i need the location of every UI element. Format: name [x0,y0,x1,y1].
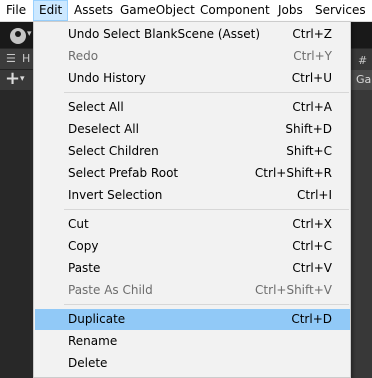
hierarchy-panel-body [0,91,34,378]
menu-item-label: Deselect All [68,122,139,136]
menu-item-label: Select Prefab Root [68,166,179,180]
menu-services[interactable]: Services [315,0,366,21]
menu-item-label: Redo [68,49,99,63]
menu-item-shortcut: Ctrl+Z [292,27,332,41]
menu-item-shortcut: Ctrl+U [291,71,332,85]
menu-item-label: Undo Select BlankScene (Asset) [68,27,261,41]
menu-item-shortcut: Ctrl+Y [293,49,332,63]
grid-icon: # [358,54,368,67]
menu-item-select-all[interactable]: Select All Ctrl+A [35,97,350,118]
menu-item-label: Copy [68,239,99,253]
account-icon[interactable] [10,28,26,44]
menu-item-label: Delete [68,356,108,370]
menu-item-redo: Redo Ctrl+Y [35,46,350,67]
game-tab[interactable]: Ga [350,70,372,90]
menu-item-shortcut: Ctrl+A [292,100,332,114]
menu-edit[interactable]: Edit [33,0,69,21]
menu-item-shortcut: Shift+C [286,144,332,158]
menu-item-cut[interactable]: Cut Ctrl+X [35,214,350,235]
menu-separator [64,92,349,93]
menu-item-shortcut: Ctrl+I [297,188,332,202]
menu-item-shortcut: Ctrl+Shift+V [255,283,332,297]
hierarchy-tab-label[interactable]: H [22,52,30,65]
menu-item-copy[interactable]: Copy Ctrl+C [35,236,350,257]
menu-item-label: Select All [68,100,124,114]
menu-item-paste-as-child: Paste As Child Ctrl+Shift+V [35,280,350,301]
menu-item-label: Paste As Child [68,283,153,297]
plus-icon: + [5,68,21,89]
menu-item-label: Paste [68,261,101,275]
menu-item-undo-history[interactable]: Undo History Ctrl+U [35,68,350,89]
menu-item-paste[interactable]: Paste Ctrl+V [35,258,350,279]
menu-separator [64,304,349,305]
menu-file[interactable]: File [6,0,26,21]
menu-item-shortcut: Ctrl+V [292,261,332,275]
menu-item-undo[interactable]: Undo Select BlankScene (Asset) Ctrl+Z [35,24,350,45]
menu-item-shortcut: Ctrl+Shift+R [254,166,332,180]
menu-item-select-prefab-root[interactable]: Select Prefab Root Ctrl+Shift+R [35,163,350,184]
menu-item-duplicate[interactable]: Duplicate Ctrl+D [35,309,350,330]
list-icon: ☰ [6,52,16,65]
menu-item-label: Duplicate [68,312,126,326]
menu-bar: File Edit Assets GameObject Component Jo… [0,0,372,22]
menu-item-delete[interactable]: Delete [35,353,350,374]
menu-component[interactable]: Component [200,0,270,21]
chevron-down-icon: ▾ [20,74,25,84]
menu-separator [64,209,349,210]
edit-menu-dropdown: Undo Select BlankScene (Asset) Ctrl+Z Re… [33,21,351,378]
menu-item-rename[interactable]: Rename [35,331,350,352]
menu-item-label: Invert Selection [68,188,163,202]
menu-gameobject[interactable]: GameObject [120,0,195,21]
menu-item-shortcut: Ctrl+C [292,239,332,253]
hierarchy-add-button[interactable]: + ▾ [0,68,34,90]
menu-item-shortcut: Ctrl+X [292,217,332,231]
menu-item-deselect-all[interactable]: Deselect All Shift+D [35,119,350,140]
menu-item-shortcut: Ctrl+D [291,312,332,326]
menu-item-label: Undo History [68,71,146,85]
menu-assets[interactable]: Assets [74,0,113,21]
menu-item-select-children[interactable]: Select Children Shift+C [35,141,350,162]
menu-item-shortcut: Shift+D [285,122,332,136]
right-panel: # Ga [350,49,372,378]
menu-item-label: Select Children [68,144,159,158]
menu-item-invert-selection[interactable]: Invert Selection Ctrl+I [35,185,350,206]
account-dropdown-icon[interactable]: ▾ [27,29,32,39]
menu-jobs[interactable]: Jobs [278,0,303,21]
menu-item-label: Cut [68,217,89,231]
menu-item-label: Rename [68,334,118,348]
